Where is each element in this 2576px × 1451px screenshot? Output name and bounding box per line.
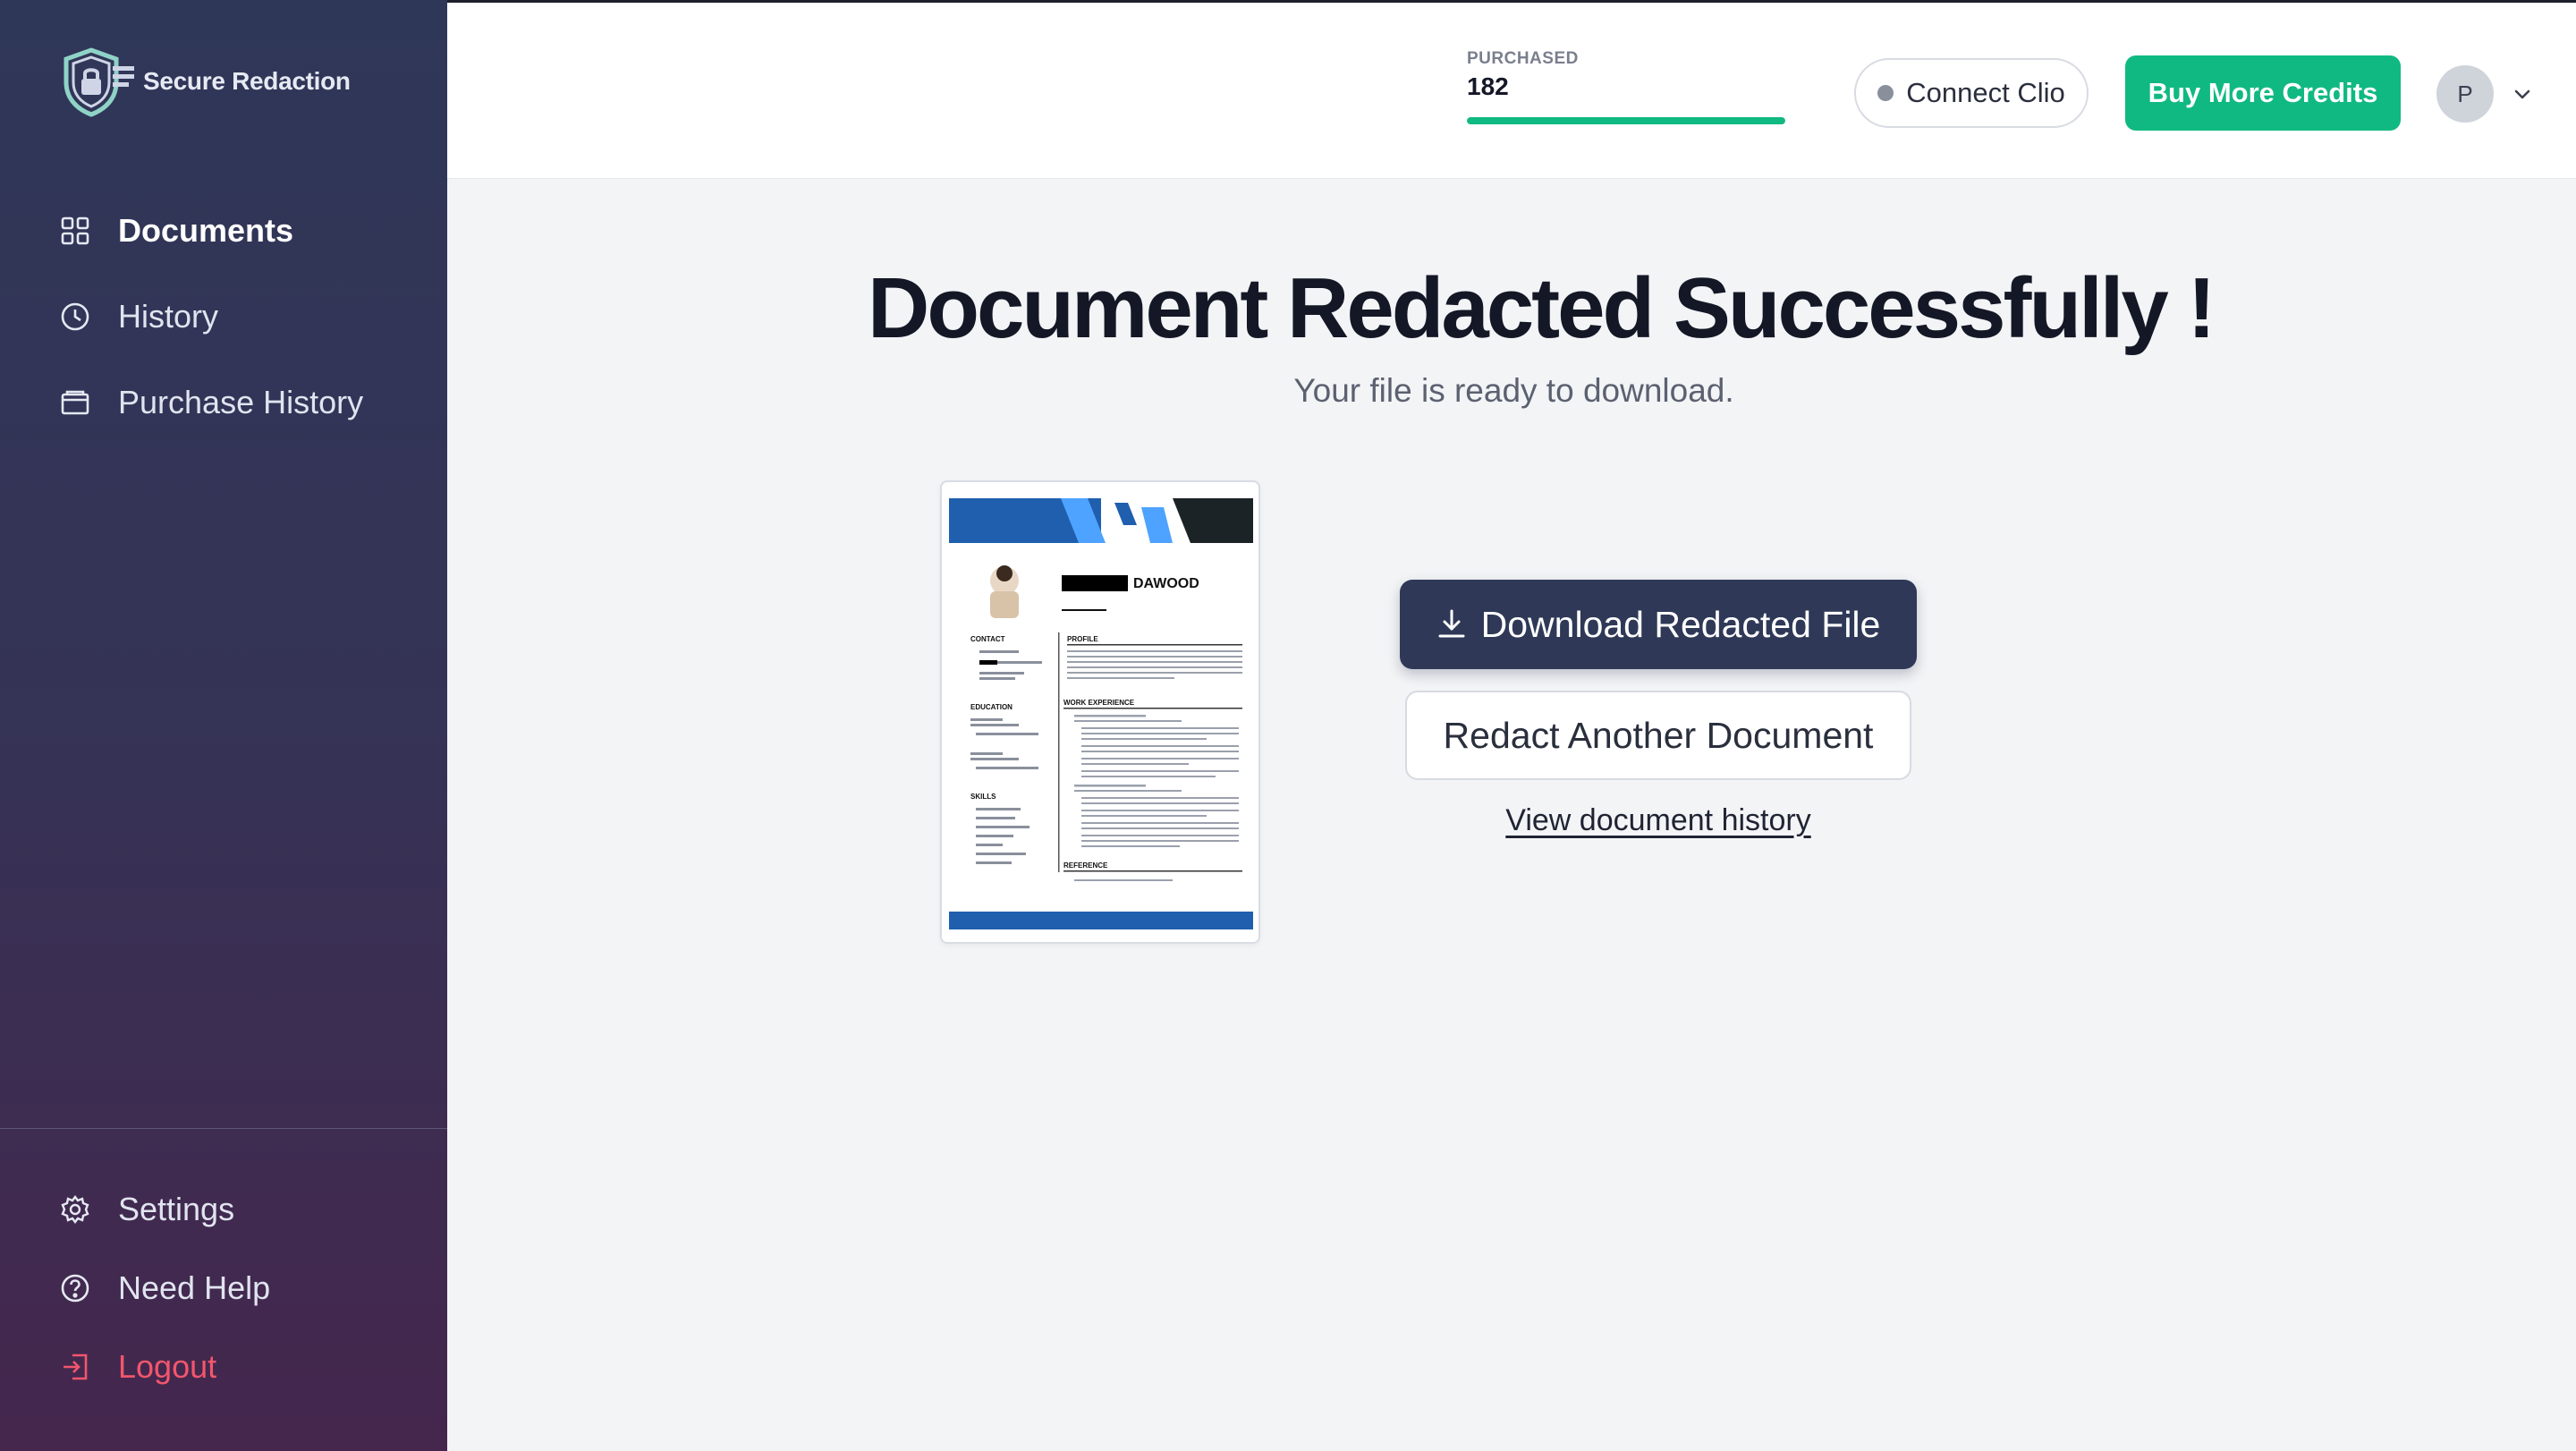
main-content: Document Redacted Successfully ! Your fi… bbox=[447, 179, 2576, 1451]
credits-value: 182 bbox=[1467, 72, 1509, 100]
sidebar-item-label: Need Help bbox=[118, 1269, 271, 1306]
svg-text:PROFILE: PROFILE bbox=[1067, 635, 1098, 643]
resume-thumbnail: DAWOOD CONTACT EDUCATION SKILLS PROFILE bbox=[949, 498, 1253, 929]
clock-icon bbox=[59, 301, 91, 333]
sidebar-item-label: History bbox=[118, 298, 219, 335]
avatar[interactable]: P bbox=[2436, 65, 2494, 123]
credits-caption: PURCHASED bbox=[1467, 49, 1579, 68]
download-icon bbox=[1438, 609, 1465, 638]
page-title: Document Redacted Successfully ! bbox=[868, 260, 2216, 356]
sidebar-item-label: Logout bbox=[118, 1348, 217, 1385]
wallet-icon bbox=[59, 386, 91, 419]
sidebar: Secure Redaction Documents History Purch… bbox=[0, 0, 447, 1451]
gear-icon bbox=[59, 1193, 91, 1226]
brand-logo[interactable]: Secure Redaction bbox=[59, 45, 351, 118]
view-document-history-link[interactable]: View document history bbox=[1405, 803, 1911, 838]
credits-progress-bar bbox=[1467, 117, 1785, 124]
sidebar-nav: Documents History Purchase History bbox=[0, 188, 447, 445]
brand-name: Secure Redaction bbox=[143, 67, 351, 95]
svg-text:EDUCATION: EDUCATION bbox=[970, 703, 1013, 711]
svg-text:CONTACT: CONTACT bbox=[970, 635, 1005, 643]
connect-clio-button[interactable]: Connect Clio bbox=[1854, 58, 2089, 128]
logout-icon bbox=[59, 1351, 91, 1383]
help-circle-icon bbox=[59, 1272, 91, 1304]
document-preview: DAWOOD CONTACT EDUCATION SKILLS PROFILE bbox=[940, 480, 1260, 944]
svg-text:WORK EXPERIENCE: WORK EXPERIENCE bbox=[1063, 699, 1135, 707]
sidebar-item-label: Settings bbox=[118, 1191, 235, 1227]
sidebar-item-documents[interactable]: Documents bbox=[0, 188, 447, 274]
credits-progress-fill bbox=[1467, 117, 1785, 124]
shield-lock-icon bbox=[64, 47, 134, 117]
sidebar-item-history[interactable]: History bbox=[0, 274, 447, 360]
sidebar-item-need-help[interactable]: Need Help bbox=[0, 1249, 447, 1328]
sidebar-bottom-nav: Settings Need Help Logout bbox=[0, 1170, 447, 1406]
sidebar-item-label: Documents bbox=[118, 212, 294, 249]
redact-another-document-button[interactable]: Redact Another Document bbox=[1405, 691, 1911, 780]
grid-icon bbox=[59, 215, 91, 247]
download-label: Download Redacted File bbox=[1480, 603, 1881, 645]
status-dot-icon bbox=[1877, 85, 1894, 101]
sidebar-divider bbox=[0, 1128, 447, 1129]
chevron-down-icon[interactable] bbox=[2510, 81, 2535, 106]
top-bar: PURCHASED 182 Connect Clio Buy More Cred… bbox=[447, 0, 2576, 179]
preview-name: DAWOOD bbox=[1133, 576, 1199, 591]
page-subtitle: Your file is ready to download. bbox=[1293, 372, 1734, 409]
buy-more-credits-button[interactable]: Buy More Credits bbox=[2125, 55, 2401, 131]
sidebar-item-settings[interactable]: Settings bbox=[0, 1170, 447, 1249]
sidebar-item-label: Purchase History bbox=[118, 384, 364, 420]
connect-clio-label: Connect Clio bbox=[1906, 77, 2065, 108]
sidebar-item-logout[interactable]: Logout bbox=[0, 1328, 447, 1406]
title-wrap: Document Redacted Successfully ! bbox=[868, 259, 2216, 358]
svg-text:REFERENCE: REFERENCE bbox=[1063, 861, 1108, 870]
download-redacted-file-button[interactable]: Download Redacted File bbox=[1400, 580, 1917, 669]
credits-meter: PURCHASED 182 bbox=[1467, 49, 1789, 124]
svg-text:SKILLS: SKILLS bbox=[970, 793, 996, 801]
sidebar-item-purchase-history[interactable]: Purchase History bbox=[0, 360, 447, 445]
